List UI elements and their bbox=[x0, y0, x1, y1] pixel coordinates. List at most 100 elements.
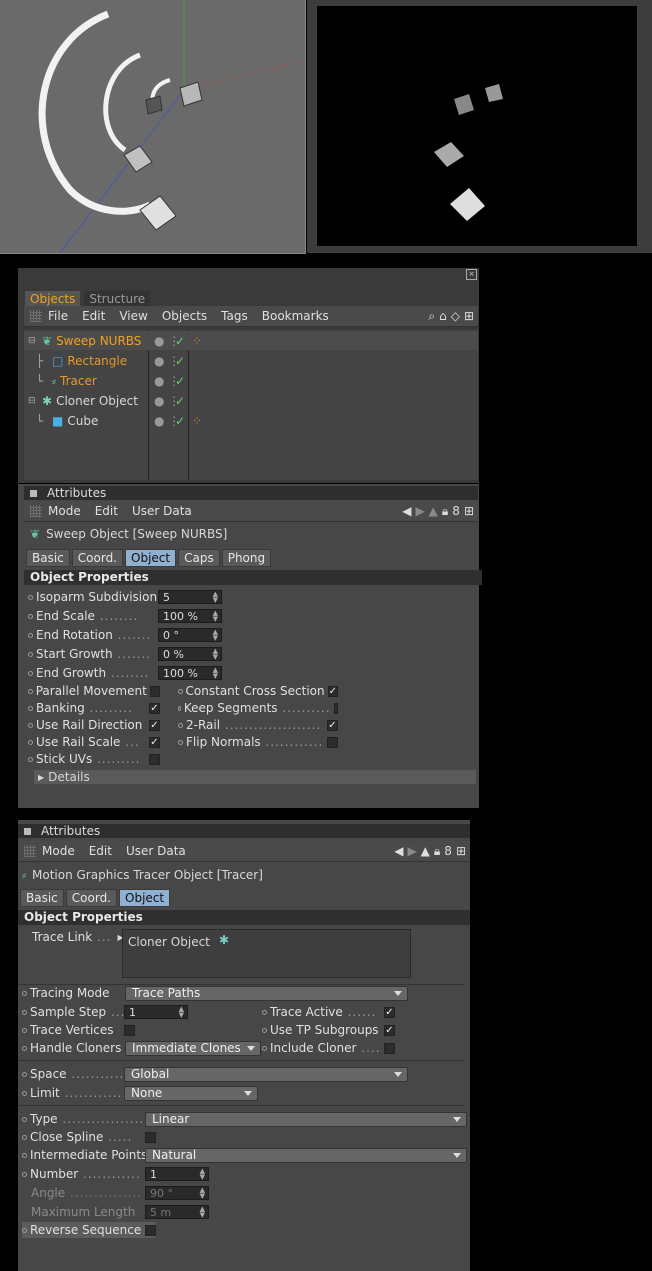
back-arrow-icon[interactable]: ◀ bbox=[394, 844, 403, 858]
expand-arrow-icon[interactable]: ▶ bbox=[38, 773, 44, 782]
tab-basic[interactable]: Basic bbox=[20, 889, 64, 907]
menu-objects[interactable]: Objects bbox=[162, 309, 207, 323]
tab-coord[interactable]: Coord. bbox=[65, 889, 117, 907]
checkbox[interactable]: ✓ bbox=[327, 719, 338, 731]
up-arrow-icon[interactable]: ▲ bbox=[421, 844, 430, 858]
checkbox[interactable] bbox=[333, 702, 338, 714]
sample-step-input[interactable]: 1 ▲ ▼ bbox=[124, 1005, 188, 1019]
enabled-check-icon[interactable]: ✓ bbox=[175, 414, 185, 428]
object-name[interactable]: Rectangle bbox=[67, 354, 127, 368]
space-dropdown[interactable]: Global bbox=[124, 1067, 408, 1082]
object-name[interactable]: Cloner Object bbox=[56, 394, 138, 408]
check-banking[interactable]: Banking ......... ✓ bbox=[28, 700, 160, 716]
enabled-check-icon[interactable]: ✓ bbox=[175, 394, 185, 408]
end-scale-input[interactable]: 100 % ▲ ▼ bbox=[158, 609, 222, 623]
angle-input[interactable]: 90 ° ▲ ▼ bbox=[145, 1186, 209, 1200]
menu-view[interactable]: View bbox=[119, 309, 147, 323]
list-item[interactable]: ├ □ Rectangle ● ⋮ ✓ bbox=[24, 351, 478, 370]
start-growth-input[interactable]: 0 % ▲ ▼ bbox=[158, 647, 222, 661]
check-stick-uvs[interactable]: Stick UVs ......... bbox=[28, 751, 160, 767]
menu-edit[interactable]: Edit bbox=[82, 309, 105, 323]
tab-phong[interactable]: Phong bbox=[221, 549, 272, 567]
checkbox[interactable]: ✓ bbox=[384, 1024, 395, 1036]
check-use-rail-scale[interactable]: Use Rail Scale ... ✓ bbox=[28, 734, 160, 750]
check-2-rail[interactable]: 2-Rail .................... ✓ bbox=[178, 717, 338, 733]
list-item[interactable]: ⊟ ✱ Cloner Object ● ⋮ ✓ bbox=[24, 391, 478, 410]
end-growth-input[interactable]: 100 % ▲ ▼ bbox=[158, 666, 222, 680]
perspective-viewport[interactable] bbox=[0, 0, 306, 254]
home-icon[interactable]: ⌂ bbox=[439, 309, 447, 323]
tab-object[interactable]: Object bbox=[125, 549, 177, 567]
checkbox[interactable]: ✓ bbox=[149, 736, 160, 748]
link-icon[interactable]: 8 bbox=[452, 504, 460, 518]
check-constant-cross-section[interactable]: Constant Cross Section ✓ bbox=[178, 683, 338, 699]
menu-edit[interactable]: Edit bbox=[89, 844, 112, 858]
menu-user-data[interactable]: User Data bbox=[132, 504, 192, 518]
type-dropdown[interactable]: Linear bbox=[145, 1112, 467, 1127]
trace-link-field[interactable]: Cloner Object ✱ bbox=[122, 929, 411, 978]
maximum-length-input[interactable]: 5 m ▲ ▼ bbox=[145, 1205, 209, 1219]
list-item[interactable]: ⊟ ❦ Sweep NURBS ● ⋮ ✓ ⁘ bbox=[24, 331, 478, 350]
menu-user-data[interactable]: User Data bbox=[126, 844, 186, 858]
menu-tags[interactable]: Tags bbox=[221, 309, 248, 323]
details-group[interactable]: ▶ Details bbox=[34, 770, 476, 784]
tab-coord[interactable]: Coord. bbox=[71, 549, 123, 567]
checkbox[interactable] bbox=[124, 1024, 135, 1036]
checkbox[interactable]: ✓ bbox=[327, 685, 338, 697]
intermediate-points-dropdown[interactable]: Natural bbox=[145, 1148, 467, 1163]
check-flip-normals[interactable]: Flip Normals ............ bbox=[178, 734, 338, 750]
check-parallel-movement[interactable]: Parallel Movement bbox=[28, 683, 160, 699]
isoparm-subdivision-input[interactable]: 5 ▲ ▼ bbox=[158, 590, 222, 604]
enabled-check-icon[interactable]: ✓ bbox=[175, 374, 185, 388]
collapse-icon[interactable]: ⊟ bbox=[28, 396, 38, 406]
tab-object[interactable]: Object bbox=[119, 889, 171, 907]
search-icon[interactable]: ⌕ bbox=[428, 309, 435, 324]
enabled-check-icon[interactable]: ✓ bbox=[175, 334, 185, 348]
new-window-icon[interactable]: ⊞ bbox=[464, 309, 474, 323]
list-item[interactable]: └ ⸗ Tracer ● ⋮ ✓ bbox=[24, 371, 478, 390]
check-include-cloner[interactable]: Include Cloner .... bbox=[262, 1040, 395, 1056]
new-window-icon[interactable]: ⊞ bbox=[464, 504, 474, 518]
checkbox[interactable]: ✓ bbox=[149, 702, 160, 714]
object-name[interactable]: Tracer bbox=[60, 374, 97, 388]
object-name[interactable]: Sweep NURBS bbox=[56, 334, 141, 348]
enabled-check-icon[interactable]: ✓ bbox=[175, 354, 185, 368]
forward-arrow-icon[interactable]: ▶ bbox=[415, 504, 424, 518]
link-icon[interactable]: 8 bbox=[444, 844, 452, 858]
check-keep-segments[interactable]: Keep Segments .......... bbox=[178, 700, 338, 716]
end-rotation-input[interactable]: 0 ° ▲ ▼ bbox=[158, 628, 222, 642]
new-window-icon[interactable]: ⊞ bbox=[456, 844, 466, 858]
tracing-mode-dropdown[interactable]: Trace Paths bbox=[125, 986, 408, 1001]
check-use-tp-subgroups[interactable]: Use TP Subgroups ✓ bbox=[262, 1022, 395, 1038]
check-close-spline[interactable]: Close Spline ..... bbox=[22, 1129, 156, 1145]
menu-file[interactable]: File bbox=[48, 309, 68, 323]
checkbox[interactable]: ✓ bbox=[149, 719, 160, 731]
tag-icon[interactable]: ⁘ bbox=[192, 334, 202, 348]
menu-mode[interactable]: Mode bbox=[48, 504, 81, 518]
window-close-icon[interactable]: × bbox=[466, 269, 477, 280]
check-use-rail-direction[interactable]: Use Rail Direction ✓ bbox=[28, 717, 160, 733]
back-arrow-icon[interactable]: ◀ bbox=[402, 504, 411, 518]
menu-bookmarks[interactable]: Bookmarks bbox=[262, 309, 329, 323]
lock-icon[interactable]: 🔒︎ bbox=[434, 844, 440, 859]
lock-icon[interactable]: 🔒︎ bbox=[442, 504, 448, 519]
number-input[interactable]: 1 ▲ ▼ bbox=[145, 1167, 209, 1181]
check-reverse-sequence[interactable]: Reverse Sequence bbox=[22, 1222, 156, 1238]
checkbox[interactable] bbox=[149, 685, 160, 697]
check-trace-active[interactable]: Trace Active ...... ✓ bbox=[262, 1004, 395, 1020]
checkbox[interactable] bbox=[149, 753, 160, 765]
handle-cloners-dropdown[interactable]: Immediate Clones bbox=[125, 1041, 261, 1056]
collapse-icon[interactable]: ⊟ bbox=[28, 336, 38, 346]
checkbox[interactable]: ✓ bbox=[384, 1006, 395, 1018]
menu-mode[interactable]: Mode bbox=[42, 844, 75, 858]
checkbox[interactable] bbox=[327, 736, 338, 748]
tag-icon[interactable]: ⁘ bbox=[192, 414, 202, 428]
checkbox[interactable] bbox=[145, 1224, 156, 1236]
checkbox[interactable] bbox=[384, 1042, 395, 1054]
limit-dropdown[interactable]: None bbox=[124, 1086, 258, 1101]
list-item[interactable]: └ ■ Cube ● ⋮ ✓ ⁘ bbox=[24, 411, 478, 430]
object-name[interactable]: Cube bbox=[67, 414, 98, 428]
tab-basic[interactable]: Basic bbox=[26, 549, 70, 567]
eye-icon[interactable]: ◇ bbox=[451, 309, 460, 323]
up-arrow-icon[interactable]: ▲ bbox=[429, 504, 438, 518]
